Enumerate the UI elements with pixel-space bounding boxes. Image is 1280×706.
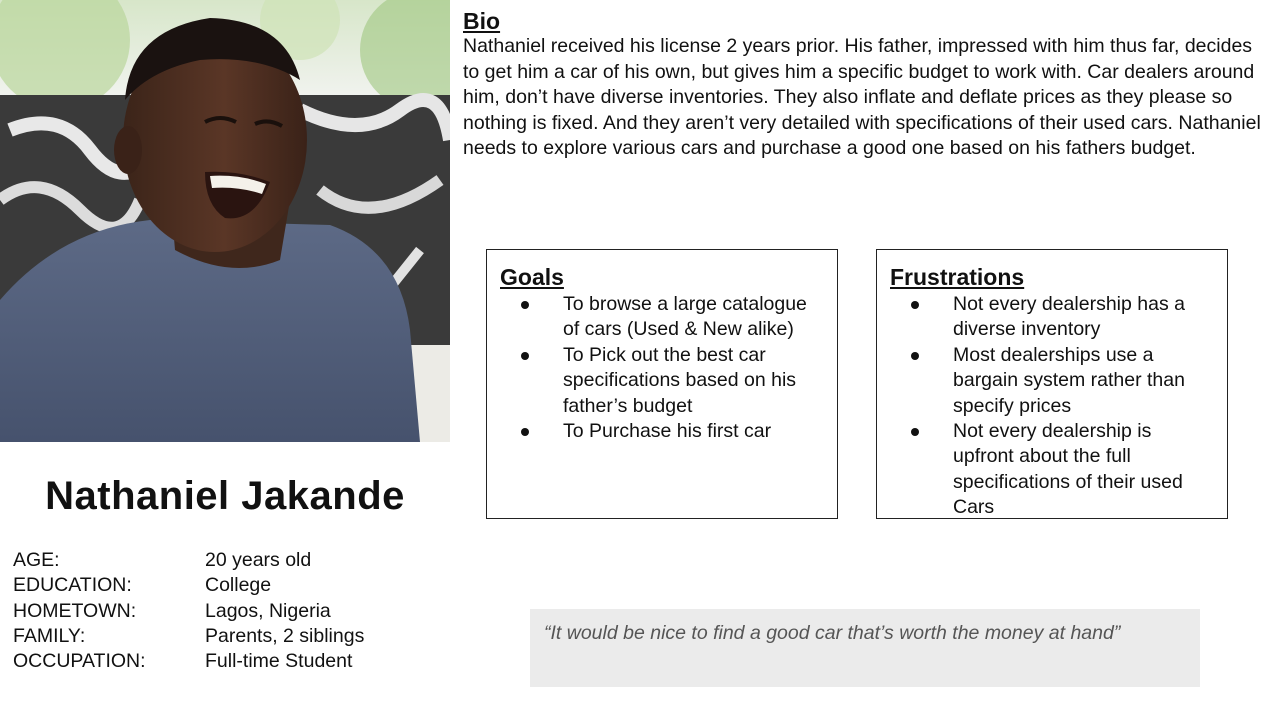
goals-card: Goals To browse a large catalogue of car… [486, 249, 838, 519]
info-value: Full-time Student [205, 650, 353, 673]
goal-item: To Pick out the best car specifications … [500, 343, 823, 419]
info-value: Lagos, Nigeria [205, 599, 331, 622]
info-row-occupation: OCCUPATION: Full-time Student [13, 649, 433, 674]
info-label: HOMETOWN: [13, 599, 137, 622]
persona-name: Nathaniel Jakande [45, 474, 405, 518]
goal-item: To Purchase his first car [500, 419, 823, 444]
frustration-item: Not every dealership has a diverse inven… [890, 292, 1213, 343]
bio-section: Bio Nathaniel received his license 2 yea… [463, 8, 1263, 162]
bullet-icon [911, 351, 919, 360]
info-label: AGE: [13, 549, 60, 571]
info-value: 20 years old [205, 549, 312, 571]
info-label: FAMILY: [13, 624, 86, 647]
info-label: EDUCATION: [13, 574, 132, 597]
frustration-item: Not every dealership is upfront about th… [890, 419, 1213, 521]
bullet-icon [521, 301, 529, 309]
goal-item: To browse a large catalogue of cars (Use… [500, 292, 823, 343]
info-row-hometown: HOMETOWN: Lagos, Nigeria [13, 599, 433, 624]
persona-photo [0, 0, 450, 442]
bullet-icon [911, 428, 919, 437]
frustrations-list: Not every dealership has a diverse inven… [890, 292, 1213, 521]
persona-info: AGE: 20 years old EDUCATION: College HOM… [13, 548, 433, 674]
bio-heading: Bio [463, 8, 501, 34]
info-label: OCCUPATION: [13, 650, 146, 673]
bullet-icon [521, 351, 529, 360]
info-row-age: AGE: 20 years old [13, 548, 433, 573]
bullet-icon [521, 428, 529, 437]
goals-list: To browse a large catalogue of cars (Use… [500, 292, 823, 444]
info-value: College [205, 574, 272, 597]
bullet-icon [911, 301, 919, 309]
goals-heading: Goals [500, 264, 564, 290]
info-row-education: EDUCATION: College [13, 573, 433, 598]
info-value: Parents, 2 siblings [205, 624, 365, 647]
persona-quote: “It would be nice to find a good car tha… [530, 609, 1200, 687]
bio-text: Nathaniel received his license 2 years p… [463, 35, 1261, 159]
frustrations-heading: Frustrations [890, 264, 1025, 290]
frustration-item: Most dealerships use a bargain system ra… [890, 343, 1213, 419]
frustrations-card: Frustrations Not every dealership has a … [876, 249, 1228, 519]
info-row-family: FAMILY: Parents, 2 siblings [13, 624, 433, 649]
